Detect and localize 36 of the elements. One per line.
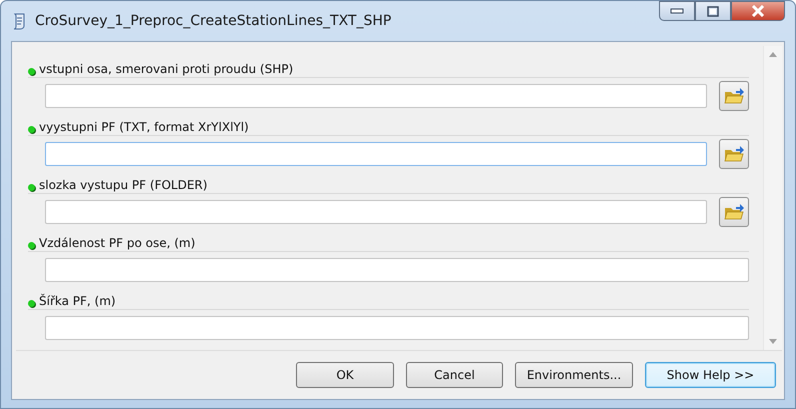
parameter-label: Šířka PF, (m) bbox=[39, 294, 116, 308]
browse-button[interactable] bbox=[719, 139, 749, 169]
open-folder-icon bbox=[724, 145, 744, 163]
dialog-button[interactable]: OK bbox=[296, 362, 394, 388]
maximize-button[interactable] bbox=[695, 1, 731, 21]
maximize-icon bbox=[707, 6, 719, 16]
parameter-label: vstupni osa, smerovani proti proudu (SHP) bbox=[39, 62, 294, 76]
minimize-icon bbox=[670, 8, 684, 14]
window-title: CroSurvey_1_Preproc_CreateStationLines_TXT_SHP bbox=[35, 13, 392, 29]
browse-button[interactable] bbox=[719, 197, 749, 227]
open-folder-icon bbox=[724, 87, 744, 105]
required-dot-icon bbox=[28, 126, 35, 133]
script-icon bbox=[11, 12, 27, 30]
dialog-button[interactable]: Environments... bbox=[515, 362, 633, 388]
parameter-label: Vzdálenost PF po ose, (m) bbox=[39, 236, 196, 250]
scroll-up-icon[interactable] bbox=[769, 52, 777, 57]
input-field[interactable] bbox=[45, 84, 707, 108]
required-dot-icon bbox=[28, 242, 35, 249]
input-field[interactable] bbox=[45, 316, 749, 340]
required-dot-icon bbox=[28, 184, 35, 191]
required-dot-icon bbox=[28, 68, 35, 75]
dialog-button[interactable]: Show Help >> bbox=[645, 362, 776, 388]
close-button[interactable] bbox=[731, 1, 785, 21]
close-icon bbox=[751, 5, 765, 17]
scrollbar[interactable] bbox=[763, 46, 782, 350]
dialog-button[interactable]: Cancel bbox=[406, 362, 503, 388]
parameter-label: slozka vystupu PF (FOLDER) bbox=[39, 178, 208, 192]
minimize-button[interactable] bbox=[659, 1, 695, 21]
open-folder-icon bbox=[724, 203, 744, 221]
required-dot-icon bbox=[28, 300, 35, 307]
browse-button[interactable] bbox=[719, 81, 749, 111]
input-field[interactable] bbox=[45, 258, 749, 282]
input-field[interactable] bbox=[45, 142, 707, 166]
parameter-label: vyystupni PF (TXT, format XrYlXlYl) bbox=[39, 120, 249, 134]
scroll-down-icon[interactable] bbox=[769, 339, 777, 344]
input-field[interactable] bbox=[45, 200, 707, 224]
